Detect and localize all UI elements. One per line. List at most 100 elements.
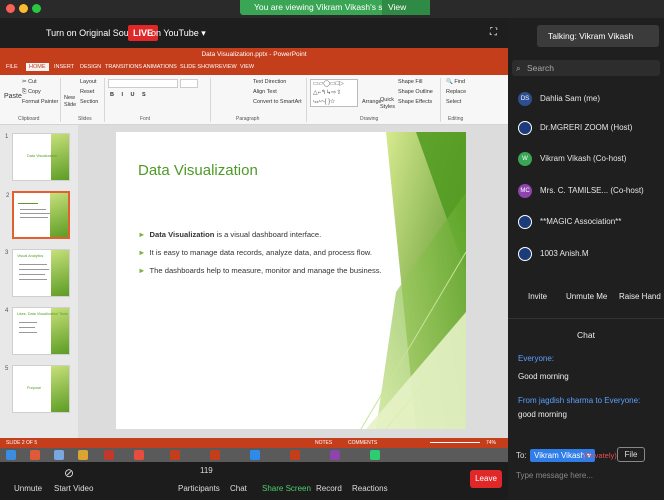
app-icon[interactable] bbox=[330, 450, 340, 460]
font-size-select[interactable] bbox=[180, 79, 198, 88]
ppt-ribbon-tabs: FILE HOME INSERT DESIGN TRANSITIONS ANIM… bbox=[0, 62, 508, 75]
ppt-window-title: Data Visualization.pptx - PowerPoint bbox=[201, 51, 307, 58]
group-slides-label: Slides bbox=[78, 116, 92, 122]
quick-styles-button[interactable]: Quick Styles bbox=[380, 97, 395, 111]
chat-message: Good morning bbox=[518, 372, 569, 381]
raise-hand-button[interactable]: Raise Hand bbox=[619, 292, 661, 301]
bullet-arrow-icon: ► bbox=[138, 266, 146, 275]
tab-file[interactable]: FILE bbox=[6, 64, 18, 70]
zoom-app-icon[interactable] bbox=[250, 450, 260, 460]
view-options-button[interactable]: View Options ⌄ bbox=[382, 0, 430, 42]
unmute-button[interactable]: Unmute bbox=[14, 484, 42, 493]
chat-button[interactable]: Chat bbox=[230, 484, 247, 493]
tab-review[interactable]: REVIEW bbox=[215, 64, 237, 70]
chat-title: Chat bbox=[577, 330, 595, 340]
maximize-window-icon[interactable] bbox=[32, 4, 41, 13]
slide-thumb-3[interactable]: 3 Visual Analytics bbox=[5, 249, 70, 297]
tab-animations[interactable]: ANIMATIONS bbox=[143, 64, 177, 70]
app-icon[interactable] bbox=[30, 450, 40, 460]
to-label: To: bbox=[516, 451, 527, 460]
arrange-button[interactable]: Arrange bbox=[362, 99, 382, 105]
app-icon[interactable] bbox=[104, 450, 114, 460]
slide-thumb-5[interactable]: 5 Purpose bbox=[5, 365, 70, 413]
participant-search[interactable]: ⌕ Search bbox=[512, 60, 660, 76]
powerpoint-icon[interactable] bbox=[290, 450, 300, 460]
shape-effects-button[interactable]: Shape Effects bbox=[398, 99, 432, 105]
align-text-button[interactable]: Align Text bbox=[253, 89, 277, 95]
app-icon[interactable] bbox=[134, 450, 144, 460]
chat-message-input[interactable]: Type message here... bbox=[516, 468, 656, 484]
replace-button[interactable]: Replace bbox=[446, 89, 466, 95]
unmute-me-button[interactable]: Unmute Me bbox=[566, 292, 607, 301]
share-toolbar: Turn on Original Sound ▾ LIVE on YouTube… bbox=[0, 18, 508, 48]
app-icon[interactable] bbox=[370, 450, 380, 460]
chat-sender: From jagdish sharma to Everyone: bbox=[518, 396, 641, 405]
tab-insert[interactable]: INSERT bbox=[54, 64, 74, 70]
leave-button[interactable]: Leave bbox=[470, 470, 502, 488]
font-name-select[interactable] bbox=[108, 79, 178, 88]
privately-label: (Privately) bbox=[583, 451, 617, 460]
tab-transitions[interactable]: TRANSITIONS bbox=[105, 64, 142, 70]
slide-thumb-2[interactable]: 2 bbox=[6, 191, 70, 239]
slide-thumb-4[interactable]: 4 Uses: Data Visualization Tools bbox=[5, 307, 70, 355]
participant-name: Dahlia Sam (me) bbox=[540, 94, 601, 103]
layout-button[interactable]: Layout bbox=[80, 79, 97, 85]
reset-button[interactable]: Reset bbox=[80, 89, 94, 95]
bullet-2: ► It is easy to manage data records, anal… bbox=[138, 248, 372, 257]
bullet-arrow-icon: ► bbox=[138, 248, 146, 257]
bullet-3: ► The dashboards help to measure, monitor… bbox=[138, 266, 382, 275]
new-slide-button[interactable]: New Slide bbox=[64, 95, 78, 109]
format-painter-button[interactable]: Format Painter bbox=[22, 99, 58, 105]
powerpoint-icon[interactable] bbox=[170, 450, 180, 460]
close-window-icon[interactable] bbox=[6, 4, 15, 13]
record-button[interactable]: Record bbox=[316, 484, 342, 493]
minimize-window-icon[interactable] bbox=[19, 4, 28, 13]
slide-thumb-1[interactable]: 1 Data Visualization bbox=[5, 133, 70, 181]
powerpoint-window: Data Visualization.pptx - PowerPoint FIL… bbox=[0, 48, 508, 448]
reactions-button[interactable]: Reactions bbox=[352, 484, 388, 493]
copy-button[interactable]: ⎘ Copy bbox=[22, 89, 41, 96]
app-icon[interactable] bbox=[78, 450, 88, 460]
app-icon[interactable] bbox=[54, 450, 64, 460]
select-button[interactable]: Select bbox=[446, 99, 461, 105]
notes-button[interactable]: NOTES bbox=[315, 438, 332, 448]
app-dock bbox=[0, 448, 508, 462]
participant-name: **MAGIC Association** bbox=[540, 217, 622, 226]
section-button[interactable]: Section bbox=[80, 99, 98, 105]
start-video-button[interactable]: Start Video bbox=[54, 484, 93, 493]
find-button[interactable]: 🔍 Find bbox=[446, 79, 465, 85]
tab-view[interactable]: VIEW bbox=[240, 64, 254, 70]
shapes-gallery[interactable]: ▭▱◯▭□▷ △⌐↰↳⇨⇧ ⤷⤶⌒{ }☆ bbox=[310, 79, 358, 107]
cut-button[interactable]: ✂ Cut bbox=[22, 79, 37, 85]
chat-message: good morning bbox=[518, 410, 567, 419]
shape-outline-button[interactable]: Shape Outline bbox=[398, 89, 433, 95]
fullscreen-icon[interactable]: ⛶ bbox=[490, 25, 497, 41]
invite-button[interactable]: Invite bbox=[528, 292, 547, 301]
powerpoint-icon[interactable] bbox=[210, 450, 220, 460]
paste-button[interactable]: Paste bbox=[4, 93, 22, 100]
youtube-button[interactable]: on YouTube ▾ bbox=[151, 25, 206, 41]
current-slide[interactable]: Data Visualization ► Data Visualization i… bbox=[116, 132, 466, 429]
tab-design[interactable]: DESIGN bbox=[80, 64, 101, 70]
font-format-icons[interactable]: B I U S bbox=[110, 92, 149, 98]
finder-icon[interactable] bbox=[6, 450, 16, 460]
share-screen-button[interactable]: Share Screen bbox=[262, 484, 311, 493]
bullet-arrow-icon: ► bbox=[138, 230, 146, 239]
ppt-status-bar: SLIDE 2 OF 5 NOTES COMMENTS 74% bbox=[0, 438, 508, 448]
comments-button[interactable]: COMMENTS bbox=[348, 438, 377, 448]
zoom-slider[interactable] bbox=[430, 442, 480, 443]
shape-fill-button[interactable]: Shape Fill bbox=[398, 79, 422, 85]
slide-title: Data Visualization bbox=[138, 162, 258, 179]
participants-button[interactable]: Participants bbox=[178, 484, 220, 493]
smartart-button[interactable]: Convert to SmartArt bbox=[253, 99, 302, 105]
text-direction-button[interactable]: Text Direction bbox=[253, 79, 286, 85]
avatar bbox=[518, 215, 532, 229]
viewing-banner: You are viewing Vikram Vikash's screen V… bbox=[240, 0, 430, 42]
tab-slide-show[interactable]: SLIDE SHOW bbox=[180, 64, 215, 70]
avatar bbox=[518, 121, 532, 135]
file-button[interactable]: File bbox=[617, 447, 645, 462]
slide-counter: SLIDE 2 OF 5 bbox=[6, 440, 38, 446]
zoom-level: 74% bbox=[486, 440, 497, 446]
tab-home[interactable]: HOME bbox=[26, 63, 49, 71]
video-off-icon: ⊘ bbox=[64, 466, 75, 480]
